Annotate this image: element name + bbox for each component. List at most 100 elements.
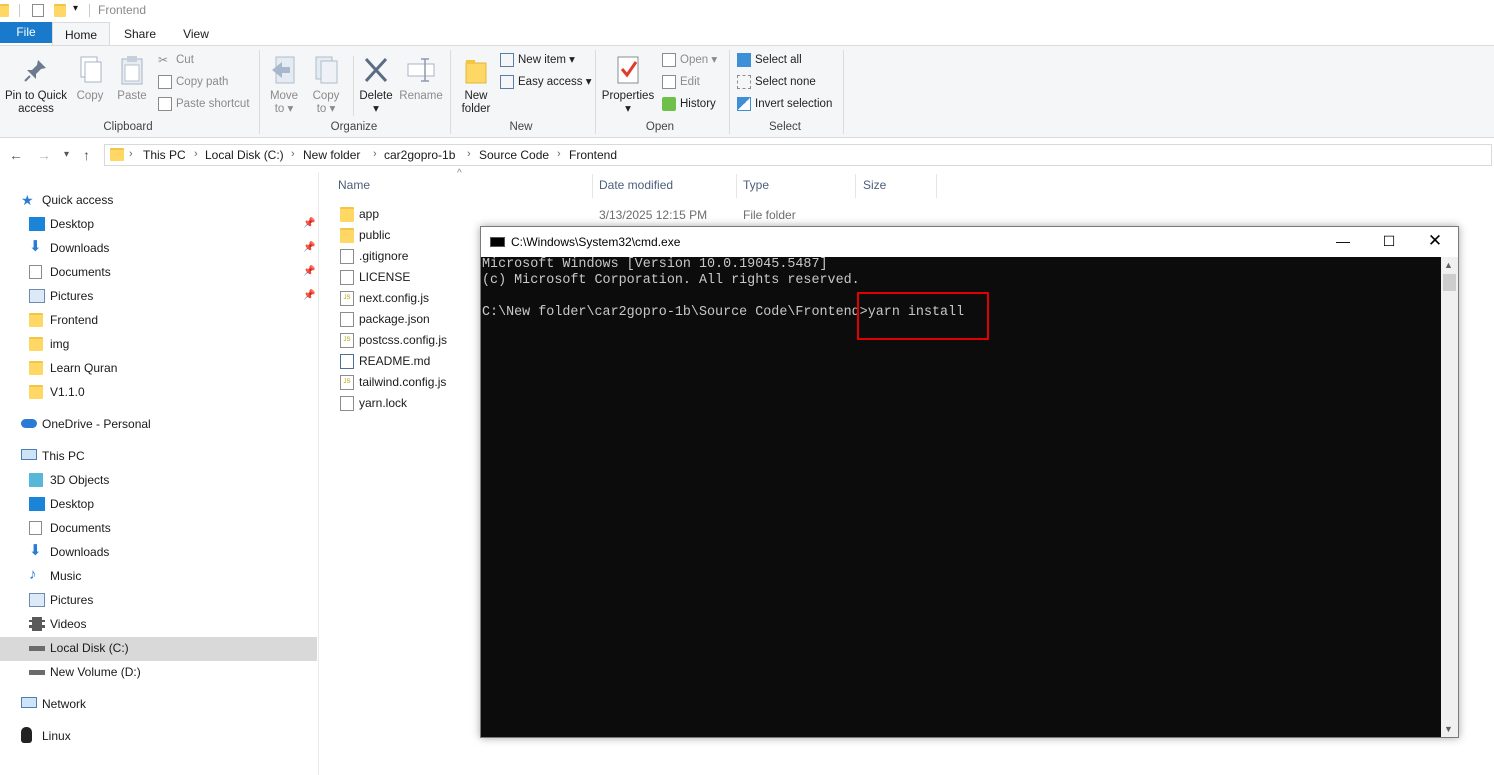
breadcrumb-frontend[interactable]: Frontend: [569, 148, 617, 162]
new-folder-quick-icon[interactable]: [54, 4, 66, 17]
delete-label: Delete: [359, 90, 393, 102]
back-arrow-icon[interactable]: ←: [9, 147, 23, 163]
copy-path-button[interactable]: Copy path: [158, 72, 228, 92]
tab-home[interactable]: Home: [52, 22, 110, 46]
cut-label: Cut: [176, 54, 194, 66]
column-header-date-modified[interactable]: Date modified: [599, 178, 673, 192]
sidebar-item-label: Downloads: [50, 545, 110, 559]
copy-to-button[interactable]: Copy to ▾: [308, 54, 344, 116]
column-divider[interactable]: [736, 174, 737, 198]
sidebar-item-label: V1.1.0: [50, 385, 85, 399]
vertical-scrollbar[interactable]: ▲ ▼: [1441, 257, 1458, 737]
file-name: .gitignore: [359, 249, 409, 263]
customize-toolbar-chevron-icon[interactable]: ▾: [73, 3, 85, 16]
invert-selection-icon: [737, 97, 751, 111]
sidebar-item-label: Documents: [50, 265, 111, 279]
breadcrumb-separator: ›: [194, 148, 198, 160]
breadcrumb-car2gopro[interactable]: car2gopro-1b: [384, 148, 455, 162]
close-icon[interactable]: ✕: [1412, 227, 1458, 257]
breadcrumb-this-pc[interactable]: This PC: [143, 148, 186, 162]
copy-button[interactable]: Copy: [72, 54, 108, 103]
divider: [595, 50, 596, 134]
column-divider[interactable]: [592, 174, 593, 198]
column-divider[interactable]: [855, 174, 856, 198]
file-name: README.md: [359, 354, 431, 368]
console-line: (c) Microsoft Corporation. All rights re…: [482, 273, 860, 288]
edit-button[interactable]: Edit: [662, 72, 700, 92]
column-header-size[interactable]: Size: [863, 178, 886, 192]
file-name: postcss.config.js: [359, 333, 448, 347]
desktop-icon: [29, 217, 45, 231]
move-to-button[interactable]: Move to ▾: [266, 54, 302, 116]
tab-file[interactable]: File: [0, 22, 52, 43]
properties-quick-icon[interactable]: [32, 4, 44, 17]
delete-button[interactable]: Delete ▾: [357, 54, 395, 116]
file-icon: [340, 249, 354, 264]
tab-view[interactable]: View: [168, 22, 224, 46]
paste-shortcut-button[interactable]: Paste shortcut: [158, 94, 250, 114]
file-name: app: [359, 207, 380, 221]
cut-button[interactable]: ✂ Cut: [158, 50, 194, 70]
select-all-button[interactable]: Select all: [737, 50, 802, 70]
breadcrumb-separator: ›: [557, 148, 561, 160]
paste-button[interactable]: Paste: [114, 54, 150, 103]
invert-selection-button[interactable]: Invert selection: [737, 94, 832, 114]
drive-icon: [29, 646, 45, 651]
recent-locations-chevron-icon[interactable]: ▾: [64, 149, 69, 160]
sidebar-item-label: OneDrive - Personal: [42, 417, 151, 431]
column-header-type[interactable]: Type: [743, 178, 769, 192]
title-bar: ▾ Frontend: [0, 0, 1494, 22]
up-arrow-icon[interactable]: ↑: [83, 147, 90, 163]
move-to-label-2: to ▾: [274, 103, 294, 115]
js-file-icon: JS: [340, 291, 354, 306]
scroll-down-icon[interactable]: ▼: [1444, 724, 1453, 734]
maximize-icon[interactable]: ☐: [1366, 227, 1412, 257]
folder-icon: [340, 207, 354, 222]
group-label-organize: Organize: [330, 121, 378, 133]
divider: [353, 56, 354, 116]
folder-icon: [29, 337, 43, 351]
properties-button[interactable]: Properties ▾: [600, 54, 656, 116]
rename-button[interactable]: Rename: [399, 54, 443, 103]
folder-icon: [110, 148, 124, 161]
select-none-button[interactable]: Select none: [737, 72, 816, 92]
new-folder-label-2: folder: [461, 103, 491, 115]
history-button[interactable]: History: [662, 94, 716, 114]
new-folder-button[interactable]: New folder: [456, 54, 496, 116]
column-header-name[interactable]: Name: [338, 178, 370, 192]
download-arrow-icon: ⬇: [29, 238, 42, 255]
new-folder-label-1: New: [464, 90, 488, 102]
easy-access-button[interactable]: Easy access ▾: [500, 72, 592, 92]
tab-share[interactable]: Share: [112, 22, 168, 46]
forward-arrow-icon[interactable]: →: [37, 147, 51, 163]
folder-icon: [29, 385, 43, 399]
address-bar[interactable]: › This PC › Local Disk (C:) › New folder…: [104, 144, 1492, 166]
cmd-title-bar[interactable]: C:\Windows\System32\cmd.exe — ☐ ✕: [481, 227, 1458, 257]
folder-icon: [29, 361, 43, 375]
paste-shortcut-icon: [158, 97, 172, 111]
file-type: File folder: [743, 208, 796, 222]
scroll-thumb[interactable]: [1443, 274, 1456, 291]
breadcrumb-local-disk[interactable]: Local Disk (C:): [205, 148, 284, 162]
move-to-label-1: Move: [269, 90, 299, 102]
computer-icon: [21, 449, 37, 460]
paste-icon: [116, 54, 148, 86]
star-icon: ★: [21, 192, 34, 208]
pin-label-1: Pin to Quick: [5, 90, 67, 102]
properties-icon: [612, 54, 644, 86]
sidebar-item-label: Learn Quran: [50, 361, 118, 375]
column-divider[interactable]: [936, 174, 937, 198]
breadcrumb-new-folder[interactable]: New folder: [303, 148, 360, 162]
pin-to-quick-access-button[interactable]: Pin to Quick access: [3, 54, 69, 116]
open-icon: [662, 53, 676, 67]
scroll-up-icon[interactable]: ▲: [1444, 260, 1453, 270]
open-label: Open: [680, 54, 709, 66]
new-item-button[interactable]: New item ▾: [500, 50, 575, 70]
breadcrumb-source-code[interactable]: Source Code: [479, 148, 549, 162]
group-label-select: Select: [769, 121, 801, 133]
minimize-icon[interactable]: —: [1320, 227, 1366, 257]
breadcrumb-separator: ›: [373, 148, 377, 160]
sidebar-item-label: Local Disk (C:): [50, 641, 129, 655]
open-button[interactable]: Open ▾: [662, 50, 717, 70]
select-all-label: Select all: [755, 54, 802, 66]
